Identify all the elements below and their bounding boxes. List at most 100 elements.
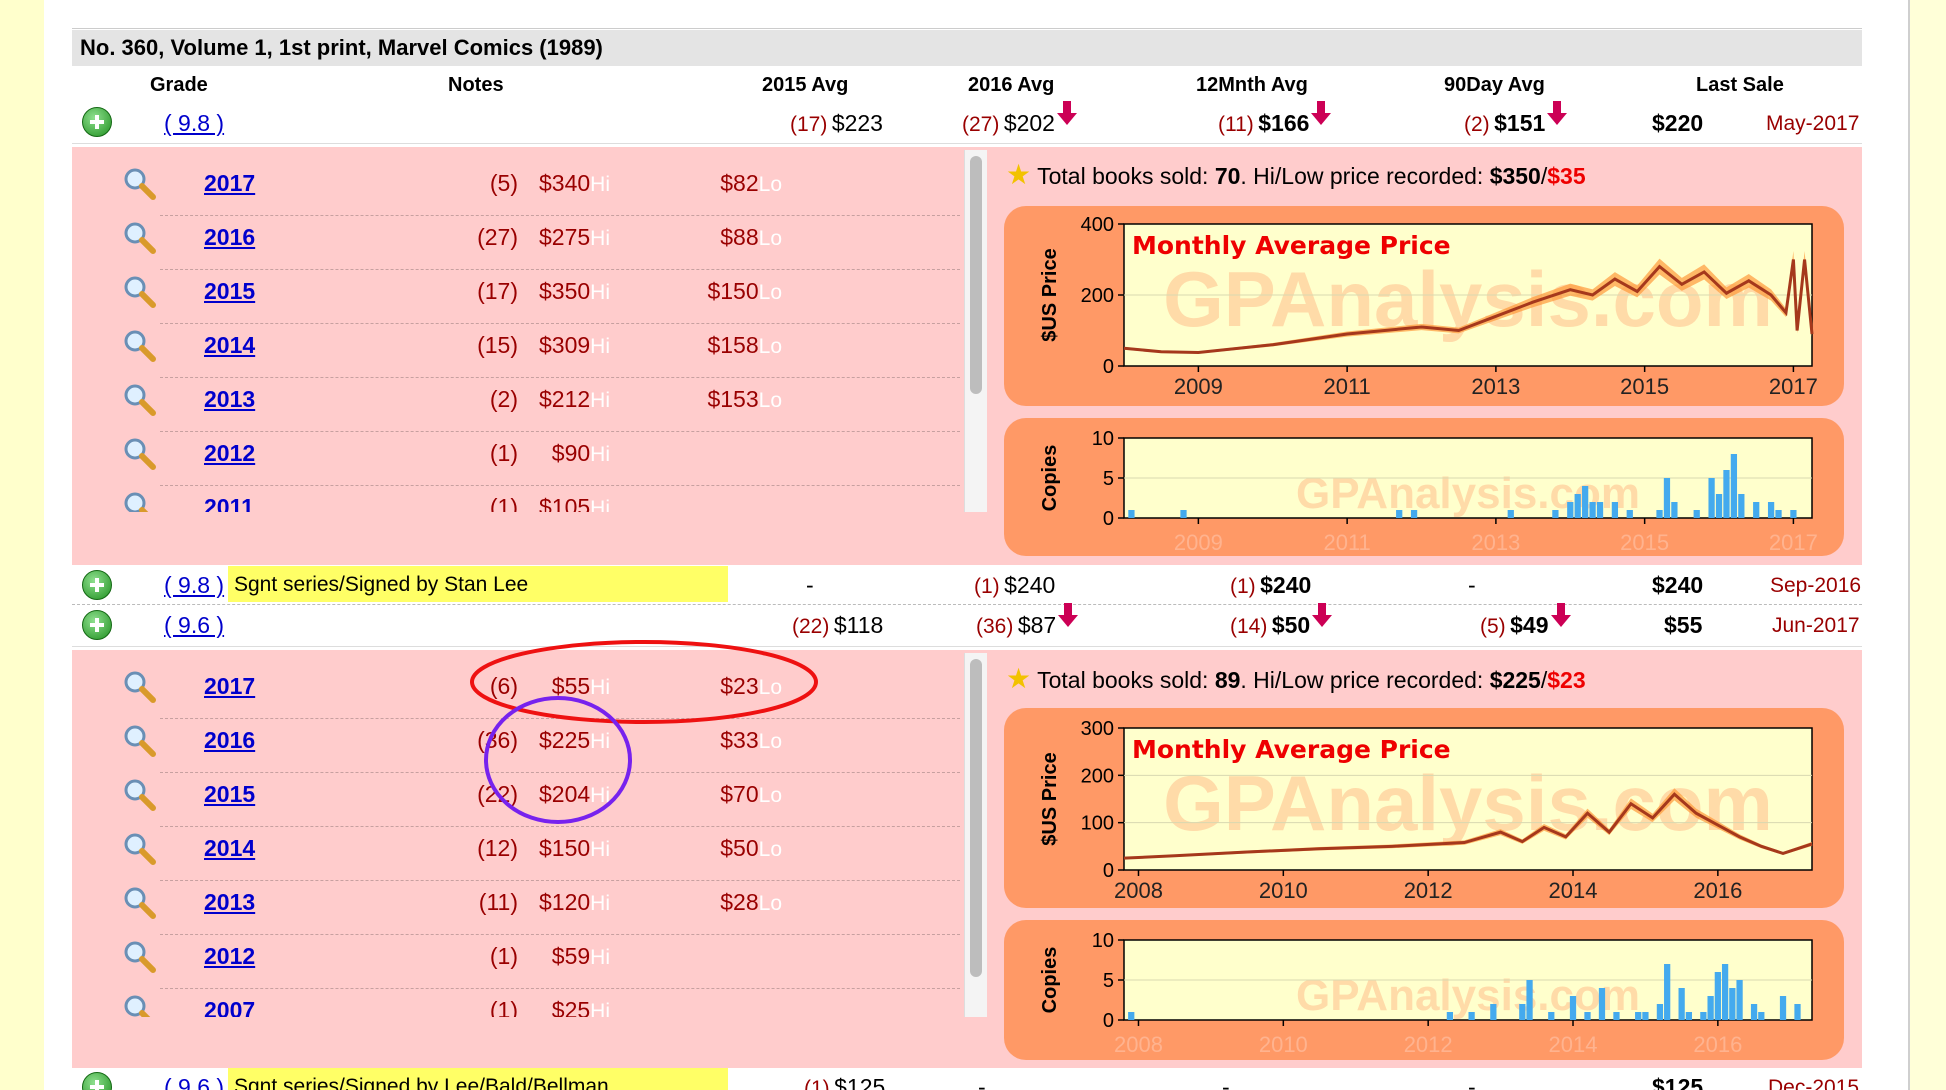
lo-tag: Lo [758,227,782,250]
magnifier-icon[interactable] [122,436,156,470]
grade-link[interactable]: ( 9.8 ) [164,110,224,137]
avg-12mnth: - [1222,1074,1230,1090]
magnifier-icon[interactable] [122,993,156,1017]
avg-2015: - [806,572,814,598]
magnifier-icon[interactable] [122,166,156,200]
copies-bar [1446,1012,1454,1020]
hi-price: $25Hi [510,997,610,1017]
magnifier-icon[interactable] [122,490,156,512]
hi-price-value: $150 [538,835,591,861]
copies-chart: GPAnalysis.com 0 5 10 Copies 2009 2011 2013 2015… [1039,428,1818,555]
sale-count: (1) [1230,575,1256,598]
star-icon: ★ [1006,663,1032,694]
avg-value: $151 [1494,110,1546,136]
year-list-scrollbar[interactable] [964,653,987,1017]
hi-price-value: $340 [538,170,591,196]
star-icon: ★ [1006,159,1032,190]
expand-row-plus-icon[interactable] [82,107,112,137]
year-link[interactable]: 2011 [204,494,254,512]
sale-count: (12) [477,835,518,861]
copies-bar [1589,502,1596,518]
expand-row-plus-icon[interactable] [82,570,112,600]
row-divider [72,604,1862,605]
year-link[interactable]: 2007 [204,997,255,1017]
scroll-thumb[interactable] [970,659,982,977]
grade-link[interactable]: ( 9.6 ) [164,612,224,639]
magnifier-icon[interactable] [122,939,156,973]
top-divider [72,28,1862,29]
row-divider [72,143,1862,144]
year-link[interactable]: 2014 [204,835,255,862]
year-link[interactable]: 2016 [204,224,255,251]
magnifier-icon[interactable] [122,777,156,811]
hi-tag: Hi [590,173,610,196]
copies-bar [1584,1012,1591,1020]
copies-bar [1582,486,1589,518]
lo-price: $28Lo [672,889,782,916]
y-axis-label: $US Price [1039,248,1061,341]
hi-price: $105Hi [510,494,610,512]
year-link[interactable]: 2013 [204,386,255,413]
x-tick-label: 2008 [1114,1032,1163,1057]
magnifier-icon[interactable] [122,831,156,865]
avg-90day: (5) $49 [1480,602,1571,639]
hilo-label: . Hi/Low price recorded: [1240,667,1490,693]
year-link[interactable]: 2015 [204,278,255,305]
avg-value: $87 [1017,612,1057,638]
year-link[interactable]: 2017 [204,673,255,700]
magnifier-icon[interactable] [122,274,156,308]
lo-price: $153Lo [672,386,782,413]
year-link[interactable]: 2013 [204,889,255,916]
copies-bar [1656,1004,1664,1020]
copies-bar [1736,980,1743,1020]
magnifier-icon[interactable] [122,328,156,362]
hi-tag: Hi [590,335,610,358]
total-books-summary: ★ Total books sold: 89. Hi/Low price rec… [1006,663,1586,694]
copies-bar [1794,1004,1801,1020]
sale-count: (27) [477,224,518,250]
hi-tag: Hi [590,838,610,861]
hi-price: $309Hi [510,332,610,359]
grade-link[interactable]: ( 9.8 ) [164,572,224,599]
scroll-thumb[interactable] [970,156,982,394]
copies-bar [1128,1012,1135,1020]
magnifier-icon[interactable] [122,382,156,416]
year-link[interactable]: 2017 [204,170,255,197]
copies-bar [1180,510,1187,518]
year-link[interactable]: 2015 [204,781,255,808]
copies-bar [1598,988,1606,1020]
copies-bar [1507,510,1514,518]
magnifier-icon[interactable] [122,220,156,254]
magnifier-icon[interactable] [122,723,156,757]
issue-header: No. 360, Volume 1, 1st print, Marvel Com… [72,30,1862,66]
copies-bar [1708,478,1715,518]
hi-price-value: $90 [551,440,591,466]
col-90day-avg: 90Day Avg [1444,74,1545,96]
year-list-scrollbar[interactable] [964,150,987,512]
year-link[interactable]: 2012 [204,440,255,467]
grade-link[interactable]: ( 9.6 ) [164,1074,224,1090]
hi-price: $120Hi [510,889,610,916]
year-link[interactable]: 2014 [204,332,255,359]
magnifier-icon[interactable] [122,669,156,703]
hi-price: $90Hi [510,440,610,467]
expand-row-plus-icon[interactable] [82,610,112,640]
lo-price-value: $153 [707,386,759,412]
sale-count: (1) [489,943,518,969]
copies-bar [1410,510,1418,518]
year-link[interactable]: 2012 [204,943,255,970]
avg-value: $240 [1004,572,1056,598]
year-list: 2017 (5) $340Hi $82Lo 2016 (27) $275Hi $88Lo 201… [72,150,972,512]
copies-bar [1750,1004,1758,1020]
year-link[interactable]: 2016 [204,727,255,754]
row-note: Sgnt series/Signed by Stan Lee [234,573,529,596]
hi-price: $350 [1489,163,1541,189]
magnifier-icon[interactable] [122,885,156,919]
hi-price-value: $120 [538,889,591,915]
copies-bar [1656,510,1663,518]
copies-bar [1671,502,1678,518]
copies-bar [1613,1012,1620,1020]
avg-90day: - [1468,1074,1476,1090]
hi-price: $350Hi [510,278,610,305]
copies-bar [1700,1012,1707,1020]
